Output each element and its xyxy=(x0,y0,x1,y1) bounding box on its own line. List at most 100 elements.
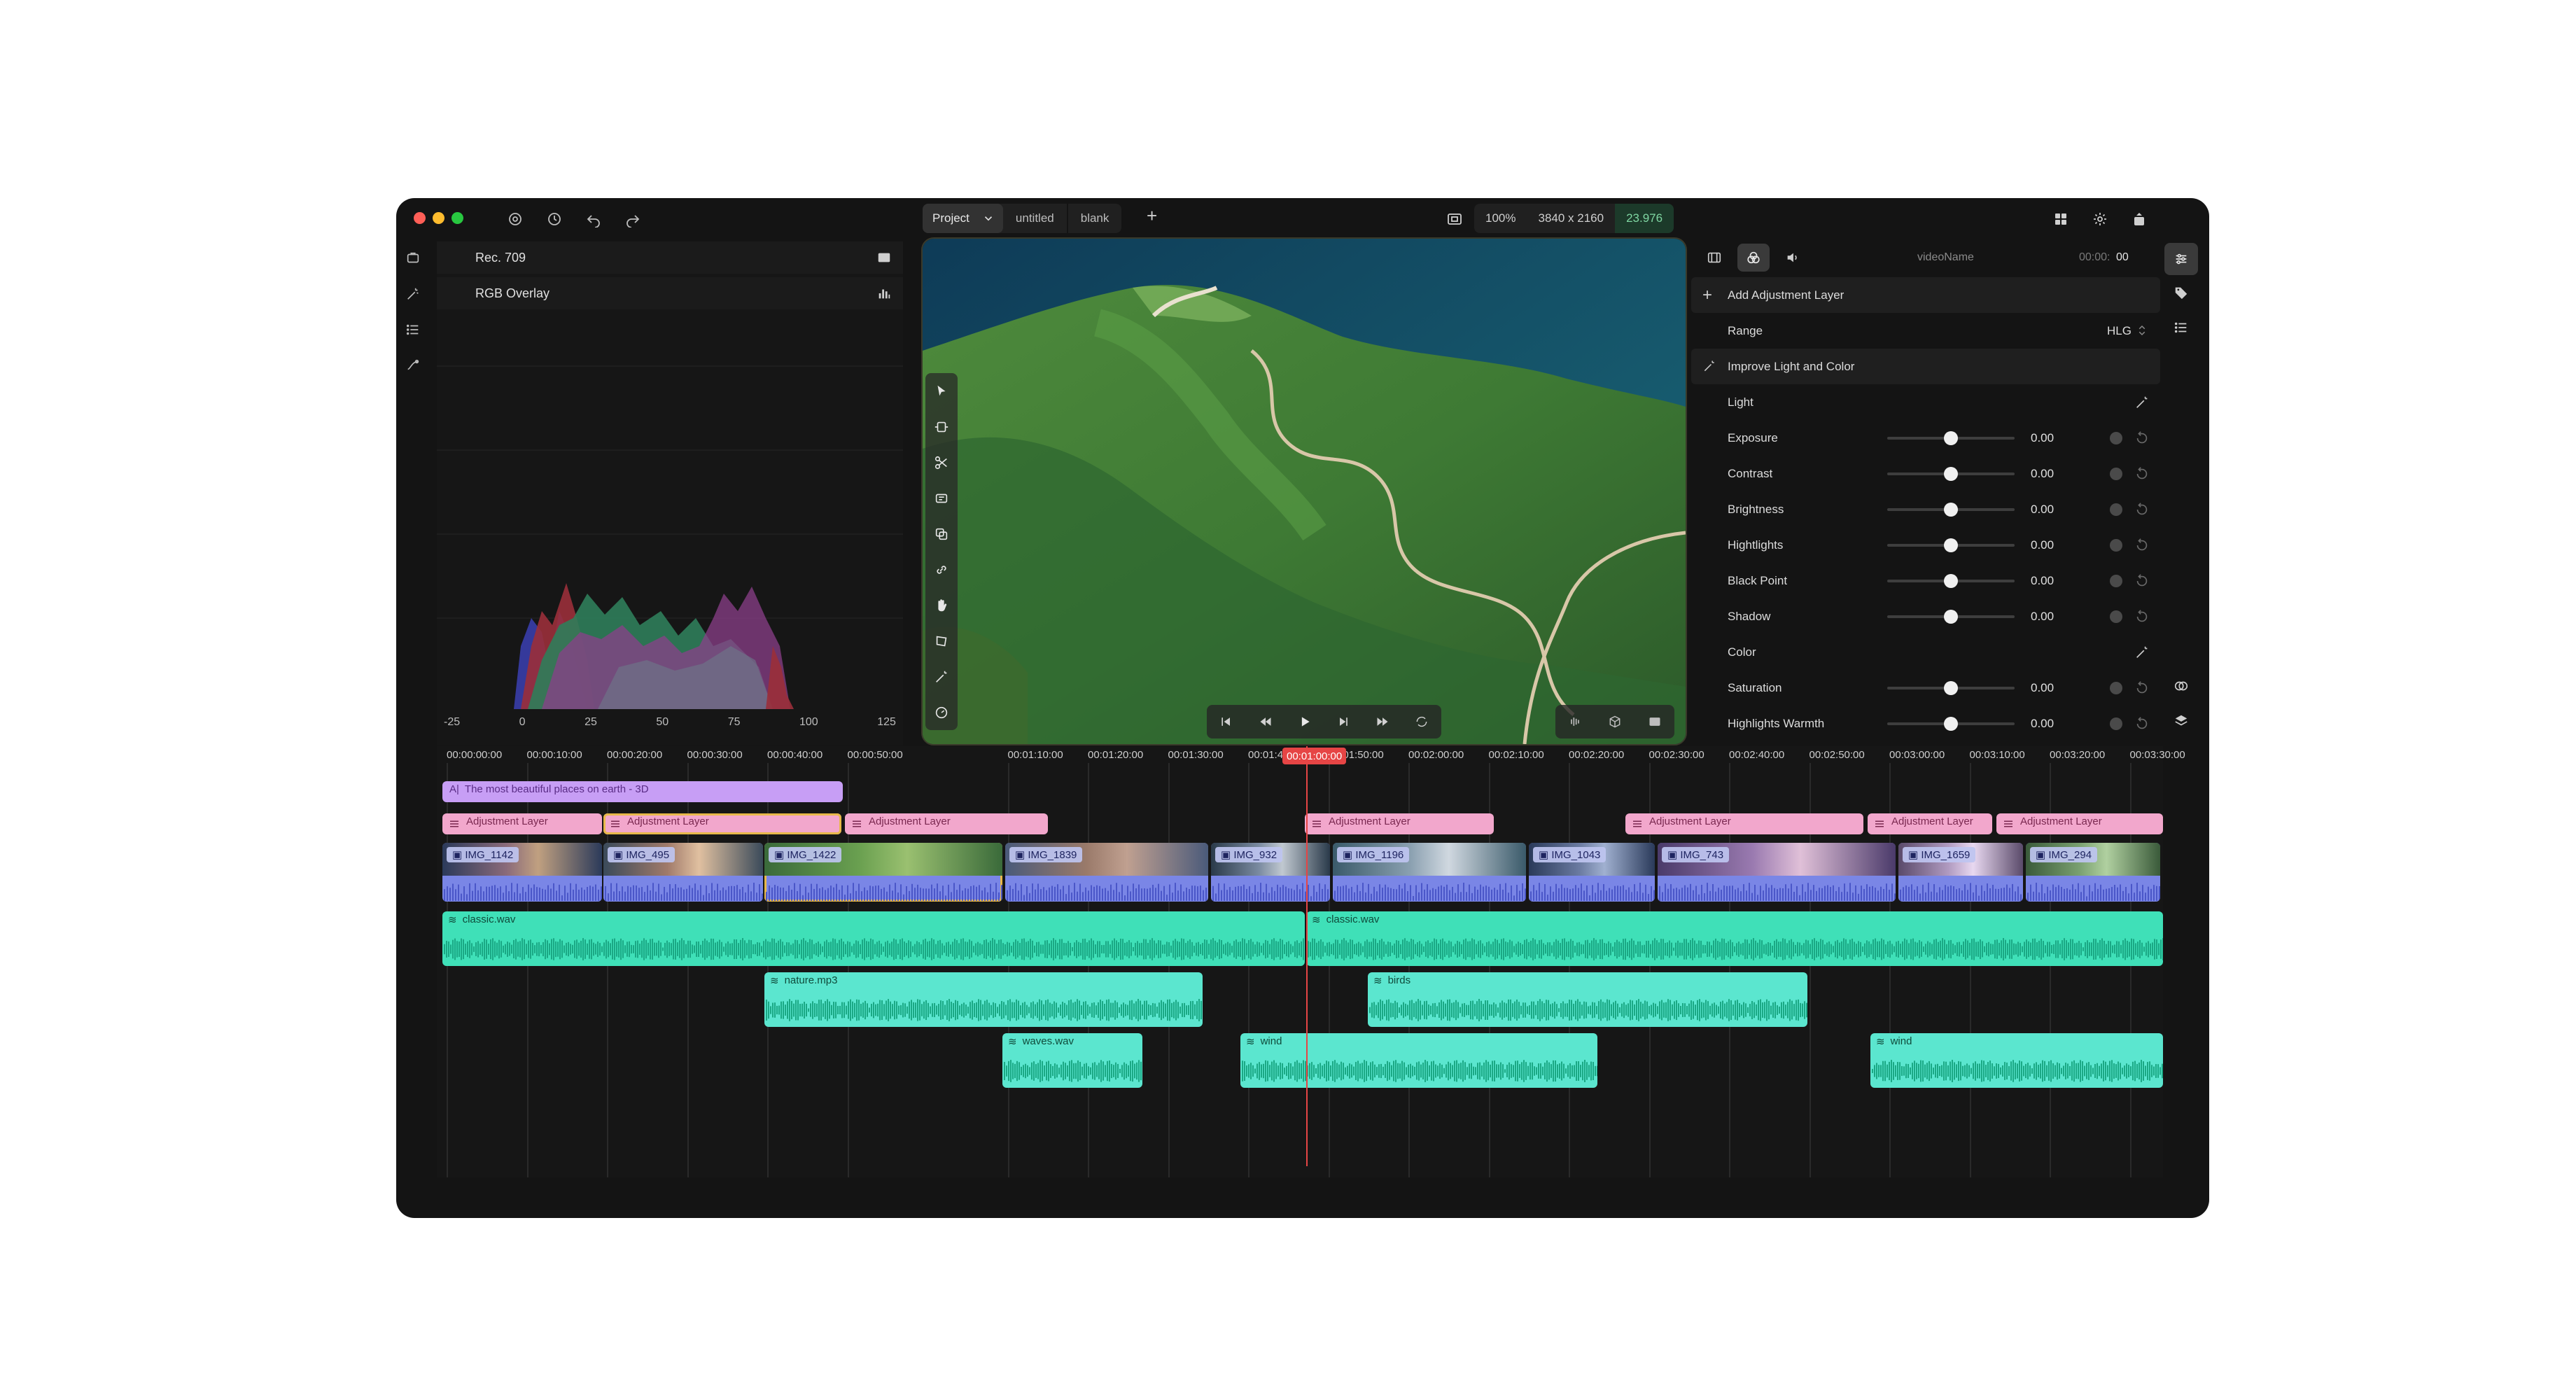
play-icon[interactable] xyxy=(1298,715,1312,729)
param-slider[interactable] xyxy=(1887,574,2015,588)
crop-frame-icon[interactable] xyxy=(925,480,958,516)
param-slider[interactable] xyxy=(1887,538,2015,552)
audio-clip[interactable]: ≋ birds xyxy=(1368,972,1807,1027)
adjustment-clip[interactable]: Adjustment Layer xyxy=(1305,813,1494,834)
audio-meter-icon[interactable] xyxy=(1568,715,1582,729)
close-window-button[interactable] xyxy=(414,212,426,224)
reset-icon[interactable] xyxy=(2134,609,2150,624)
safe-area-icon[interactable] xyxy=(1445,209,1464,229)
tag-icon[interactable] xyxy=(2164,275,2198,310)
3d-view-icon[interactable] xyxy=(1608,715,1622,729)
video-clip[interactable]: ▣ IMG_1043 xyxy=(1529,843,1655,902)
reset-icon[interactable] xyxy=(2134,538,2150,553)
improve-light-color-button[interactable]: Improve Light and Color xyxy=(1691,349,2160,384)
color-space-row[interactable]: Rec. 709 xyxy=(437,241,903,274)
auto-color-icon[interactable] xyxy=(2134,645,2150,660)
slider-knob[interactable] xyxy=(1944,503,1958,517)
param-value[interactable]: 0.00 xyxy=(2031,538,2054,552)
add-tab-button[interactable]: + xyxy=(1147,205,1157,227)
slider-knob[interactable] xyxy=(1944,717,1958,731)
param-value[interactable]: 0.00 xyxy=(2031,574,2054,588)
keyframe-dot[interactable] xyxy=(2110,539,2122,552)
stack-layers-icon[interactable] xyxy=(2164,704,2198,738)
param-value[interactable]: 0.00 xyxy=(2031,503,2054,517)
slider-knob[interactable] xyxy=(1944,610,1958,624)
keyframe-dot[interactable] xyxy=(2110,432,2122,444)
crumb-untitled[interactable]: untitled xyxy=(1003,204,1067,233)
list-icon[interactable] xyxy=(396,312,430,347)
param-slider[interactable] xyxy=(1887,431,2015,445)
grid-layout-icon[interactable] xyxy=(2051,209,2071,229)
reset-icon[interactable] xyxy=(2134,430,2150,446)
link-icon[interactable] xyxy=(925,552,958,587)
param-value[interactable]: 0.00 xyxy=(2031,431,2054,445)
video-clip[interactable]: ▣ IMG_1142 xyxy=(442,843,602,902)
video-clip[interactable]: ▣ IMG_495 xyxy=(603,843,763,902)
adjustment-clip[interactable]: Adjustment Layer xyxy=(845,813,1048,834)
audio-clip[interactable]: ≋ classic.wav xyxy=(442,911,1305,966)
crumb-blank[interactable]: blank xyxy=(1066,204,1122,233)
video-clip[interactable]: ▣ IMG_1839 xyxy=(1005,843,1208,902)
slider-knob[interactable] xyxy=(1944,574,1958,588)
keyframe-dot[interactable] xyxy=(2110,503,2122,516)
scope-curve-icon[interactable] xyxy=(396,347,430,383)
param-slider[interactable] xyxy=(1887,467,2015,481)
history-icon[interactable] xyxy=(545,209,564,229)
text-clip[interactable]: A| The most beautiful places on earth - … xyxy=(442,781,843,802)
add-adjustment-layer-button[interactable]: + Add Adjustment Layer xyxy=(1691,277,2160,313)
hand-icon[interactable] xyxy=(925,587,958,623)
mask-icon[interactable] xyxy=(2164,668,2198,704)
zoom-level[interactable]: 100% xyxy=(1474,204,1527,233)
video-clip[interactable]: ▣ IMG_294 xyxy=(2026,843,2160,902)
minimize-window-button[interactable] xyxy=(433,212,444,224)
video-clip[interactable]: ▣ IMG_1196 xyxy=(1333,843,1526,902)
rewind-icon[interactable] xyxy=(1259,715,1273,729)
param-value[interactable]: 0.00 xyxy=(2031,681,2054,695)
fast-forward-icon[interactable] xyxy=(1376,715,1390,729)
param-slider[interactable] xyxy=(1887,610,2015,624)
video-clip[interactable]: ▣ IMG_1659 xyxy=(1898,843,2023,902)
loop-icon[interactable] xyxy=(1415,715,1429,729)
trim-icon[interactable] xyxy=(925,409,958,444)
param-slider[interactable] xyxy=(1887,503,2015,517)
audio-clip[interactable]: ≋ wind xyxy=(1240,1033,1597,1088)
playhead[interactable] xyxy=(1306,746,1308,1166)
export-icon[interactable] xyxy=(2129,209,2149,229)
audio-clip[interactable]: ≋ wind xyxy=(1870,1033,2163,1088)
slider-knob[interactable] xyxy=(1944,538,1958,552)
adjustment-clip[interactable]: Adjustment Layer xyxy=(1625,813,1863,834)
auto-light-icon[interactable] xyxy=(2134,395,2150,410)
reset-icon[interactable] xyxy=(2134,573,2150,589)
audio-clip[interactable]: ≋ waves.wav xyxy=(1002,1033,1142,1088)
video-tab[interactable] xyxy=(1698,244,1730,272)
slider-knob[interactable] xyxy=(1944,681,1958,695)
frame-rate[interactable]: 23.976 xyxy=(1615,204,1674,233)
keyframe-dot[interactable] xyxy=(2110,682,2122,694)
reset-icon[interactable] xyxy=(2134,466,2150,482)
transform-icon[interactable] xyxy=(925,623,958,659)
layers-icon[interactable] xyxy=(925,516,958,552)
scope-mode-row[interactable]: RGB Overlay xyxy=(437,277,903,309)
keyframe-dot[interactable] xyxy=(2110,468,2122,480)
adjustment-clip[interactable]: Adjustment Layer xyxy=(442,813,602,834)
video-clip[interactable]: ▣ IMG_1422 xyxy=(764,843,1002,902)
keyframe-dot[interactable] xyxy=(2110,718,2122,730)
go-to-start-icon[interactable] xyxy=(1219,715,1233,729)
redo-icon[interactable] xyxy=(623,209,643,229)
param-value[interactable]: 0.00 xyxy=(2031,717,2054,731)
magic-wand-icon[interactable] xyxy=(396,276,430,312)
video-clip[interactable]: ▣ IMG_743 xyxy=(1658,843,1896,902)
audio-tab[interactable] xyxy=(1777,244,1809,272)
slider-knob[interactable] xyxy=(1944,467,1958,481)
timeline[interactable]: 00:00:00:00 00:00:10:00 00:00:20:00 00:00:3… xyxy=(437,746,2185,1177)
pointer-icon[interactable] xyxy=(925,373,958,409)
brightness-icon[interactable] xyxy=(2090,209,2110,229)
keyframe-dot[interactable] xyxy=(2110,575,2122,587)
undo-icon[interactable] xyxy=(584,209,603,229)
slider-knob[interactable] xyxy=(1944,431,1958,445)
color-tab[interactable] xyxy=(1737,244,1770,272)
adjustments-icon[interactable] xyxy=(2164,243,2198,275)
param-slider[interactable] xyxy=(1887,681,2015,695)
speed-icon[interactable] xyxy=(925,694,958,730)
video-preview[interactable] xyxy=(921,237,1687,746)
